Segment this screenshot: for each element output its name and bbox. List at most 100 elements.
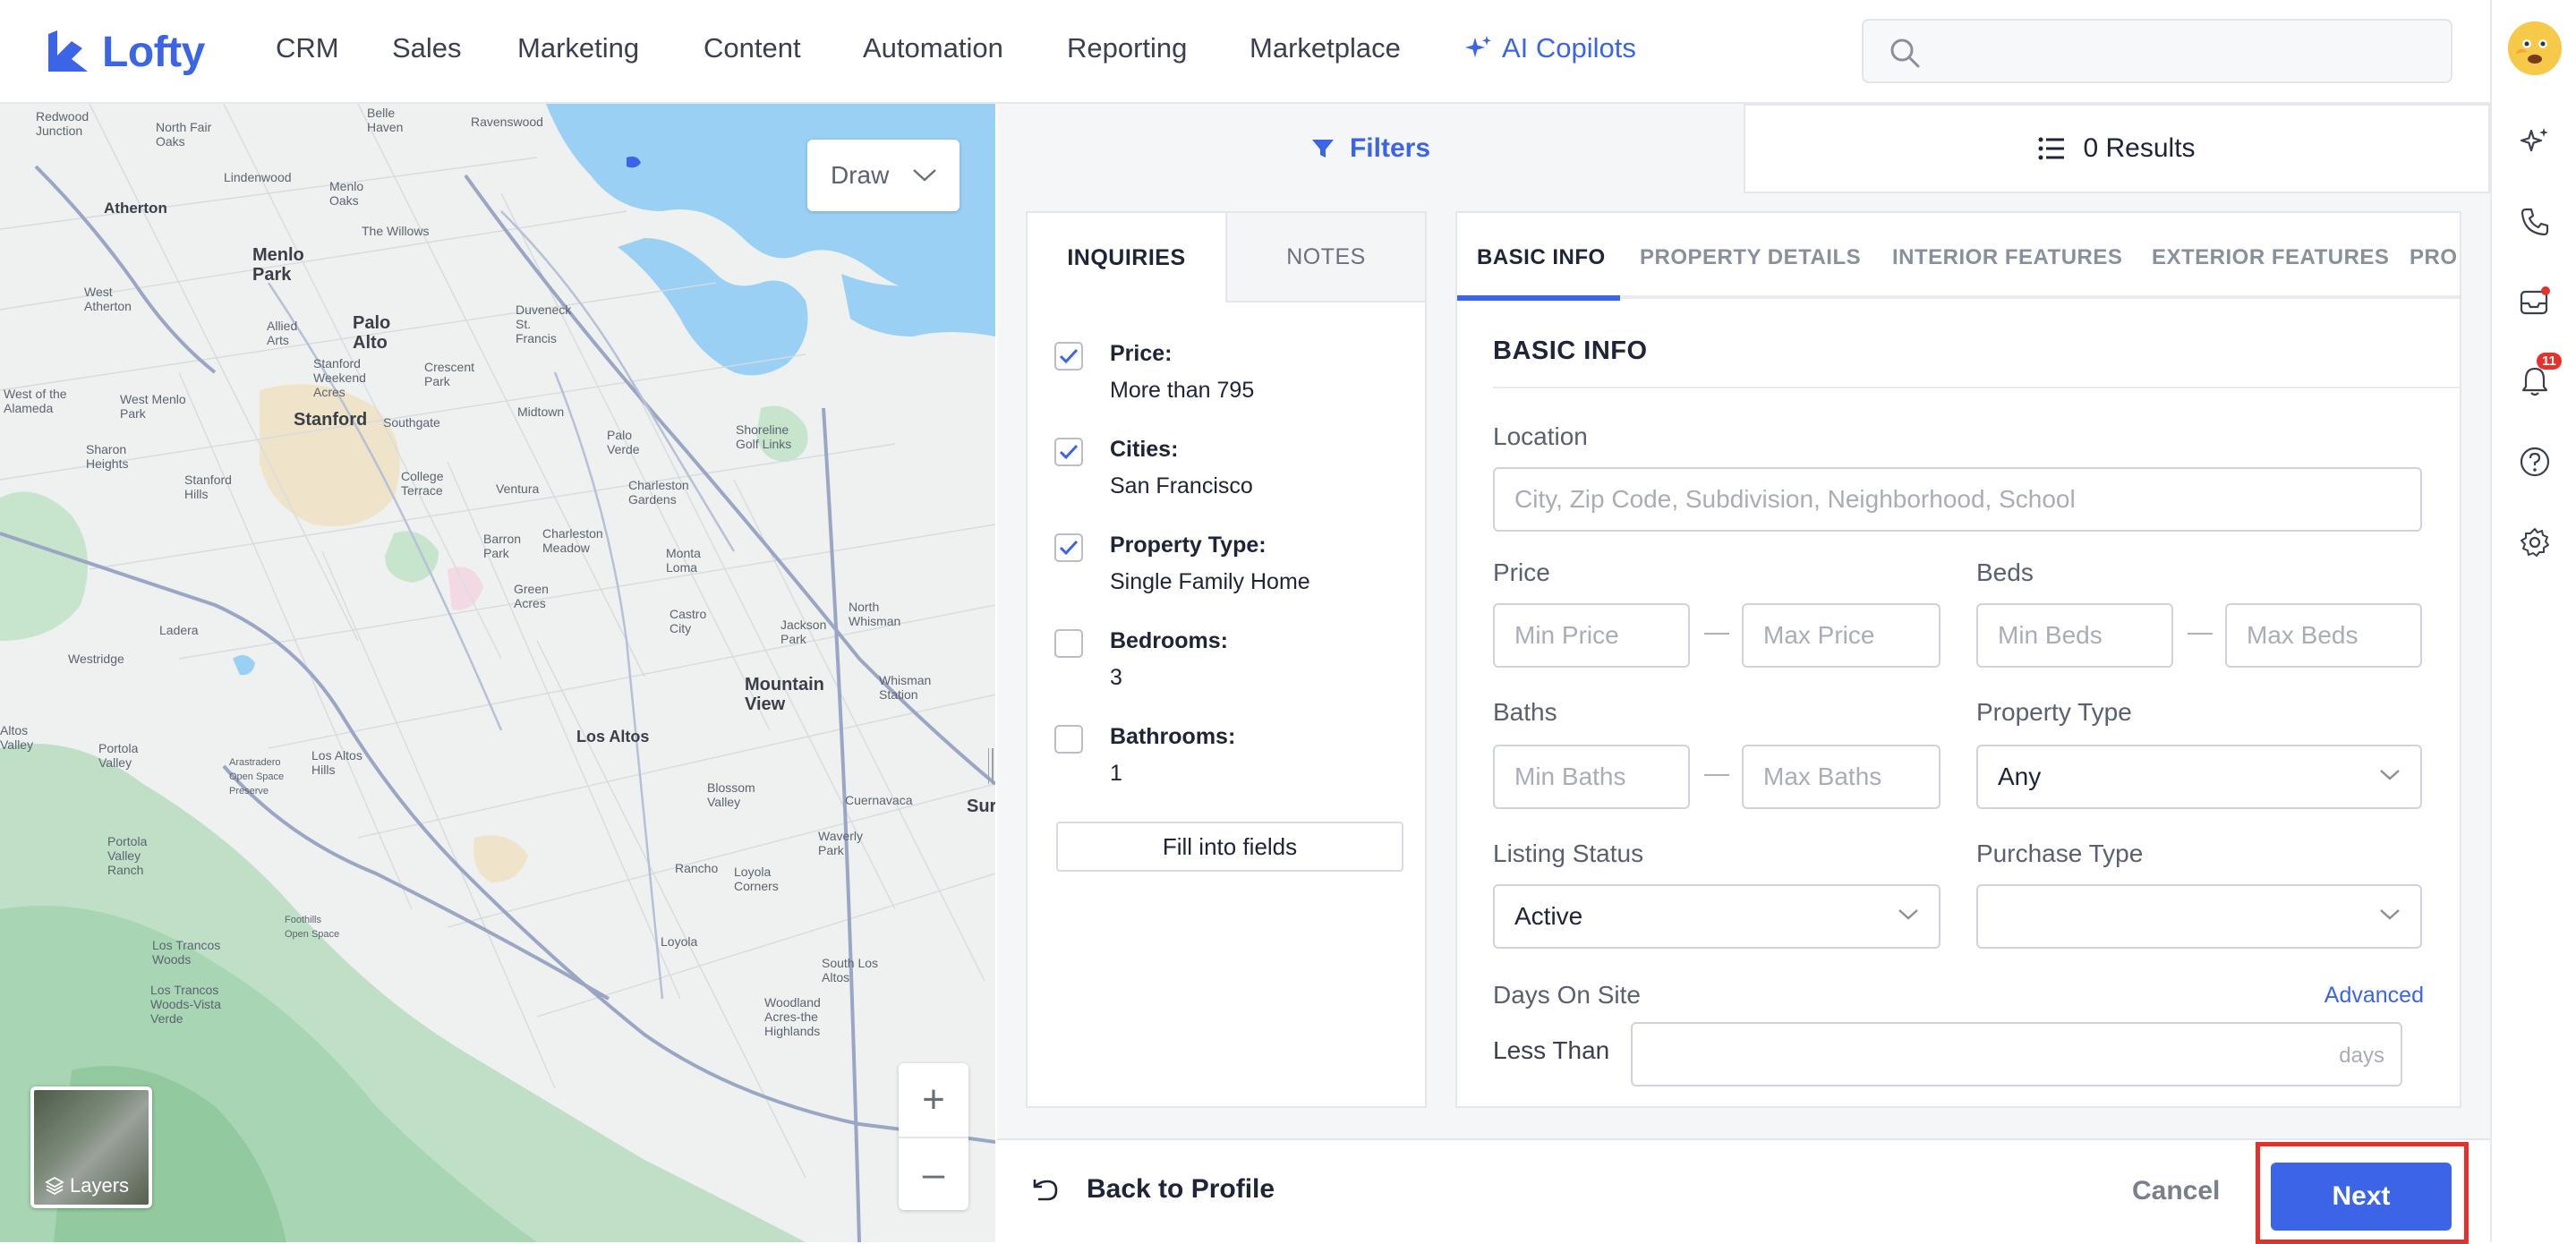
property-type-select[interactable]: Any (1976, 745, 2422, 809)
back-to-profile-button[interactable]: Back to Profile (1029, 1174, 1275, 1205)
zoom-out-button[interactable]: – (899, 1137, 968, 1210)
days-on-site-input[interactable]: days (1631, 1022, 2402, 1086)
chevron-down-icon (913, 169, 937, 182)
tab-interior-features[interactable]: INTERIOR FEATURES (1892, 245, 2122, 270)
nav-content[interactable]: Content (704, 32, 801, 64)
property-type-label: Property Type (1976, 698, 2132, 726)
map-label-west-menlo-park: West Menlo Park (120, 392, 186, 421)
less-than-label: Less Than (1493, 1036, 1610, 1064)
global-search-input[interactable] (1862, 19, 2452, 83)
nav-sales[interactable]: Sales (392, 32, 462, 64)
ai-sparkle-icon[interactable] (2515, 122, 2555, 161)
active-tab-indicator (1457, 295, 1620, 301)
inquiry-value: More than 795 (1110, 378, 1255, 403)
draw-dropdown[interactable]: Draw (807, 140, 960, 211)
map-label-palo-verde: Palo Verde (607, 428, 640, 456)
inquiry-property-type: Property Type: Single Family Home (1054, 530, 1310, 597)
inquiry-label: Property Type: (1110, 533, 1267, 558)
map-label-atherton: Atherton (104, 200, 167, 217)
inquiry-cities: Cities: San Francisco (1054, 434, 1253, 501)
max-price-input[interactable]: Max Price (1742, 603, 1941, 668)
inquiry-value: 3 (1110, 665, 1122, 690)
inquiry-label: Bathrooms: (1110, 724, 1236, 749)
back-label: Back to Profile (1087, 1174, 1275, 1204)
map-label-portola-valley-ranch: Portola Valley Ranch (107, 834, 148, 877)
cancel-button[interactable]: Cancel (2132, 1176, 2220, 1206)
settings-gear-icon[interactable] (2515, 523, 2555, 562)
map-label-menlo-park: Menlo Park (252, 245, 304, 285)
location-input[interactable]: City, Zip Code, Subdivision, Neighborhoo… (1493, 467, 2422, 532)
panel-footer: Back to Profile Cancel Next (997, 1138, 2490, 1244)
max-beds-input[interactable]: Max Beds (2225, 603, 2422, 668)
map-label-stanford-hills: Stanford Hills (184, 473, 232, 501)
nav-crm[interactable]: CRM (276, 32, 339, 64)
search-criteria-panel: Filters 0 Results INQUIRIES NOTES Price:… (997, 104, 2490, 1244)
fill-into-fields-button[interactable]: Fill into fields (1056, 822, 1403, 872)
tab-inquiries[interactable]: INQUIRIES (1028, 213, 1225, 302)
map-label-los-trancos-vista: Los Trancos Woods-Vista Verde (150, 983, 221, 1026)
map-view[interactable]: Redwood Junction Belle Haven Ravenswood No… (0, 104, 995, 1242)
min-baths-input[interactable]: Min Baths (1493, 745, 1690, 809)
nav-ai-label: AI Copilots (1502, 32, 1636, 64)
property-type-checkbox[interactable] (1054, 533, 1083, 562)
map-label-waverly-park: Waverly Park (818, 829, 864, 857)
draw-label: Draw (831, 161, 890, 189)
layers-toggle[interactable]: Layers (30, 1086, 152, 1208)
inquiry-bathrooms: Bathrooms: 1 (1054, 721, 1235, 788)
inbox-icon[interactable] (2515, 281, 2555, 320)
next-button-highlight: Next (2256, 1142, 2469, 1244)
price-checkbox[interactable] (1054, 342, 1083, 371)
advanced-link[interactable]: Advanced (2324, 983, 2424, 1009)
results-count: 0 Results (2083, 133, 2196, 163)
phone-icon[interactable] (2515, 202, 2555, 242)
tab-filters[interactable]: Filters (997, 104, 1744, 193)
nav-marketplace[interactable]: Marketplace (1250, 32, 1401, 64)
tab-property-details[interactable]: PROPERTY DETAILS (1640, 245, 1861, 270)
help-icon[interactable] (2515, 442, 2555, 481)
next-button[interactable]: Next (2271, 1163, 2452, 1231)
map-label-menlo-oaks: Menlo Oaks (329, 179, 364, 208)
range-separator: — (1704, 759, 1729, 787)
sparkle-icon (1465, 36, 1491, 57)
checkmark-icon (1059, 348, 1079, 364)
bathrooms-checkbox[interactable] (1054, 725, 1083, 754)
inquiry-label: Bedrooms: (1110, 628, 1228, 653)
nav-automation[interactable]: Automation (863, 32, 1003, 64)
emoji-avatar-icon (2508, 21, 2562, 75)
cities-checkbox[interactable] (1054, 438, 1083, 466)
inquiry-value: 1 (1110, 761, 1122, 786)
user-avatar[interactable] (2508, 21, 2562, 75)
map-label-north-whisman: North Whisman (849, 600, 901, 628)
map-label-stanford: Stanford (294, 410, 368, 430)
purchase-type-select[interactable] (1976, 884, 2422, 949)
tab-notes[interactable]: NOTES (1225, 213, 1425, 302)
max-baths-input[interactable]: Max Baths (1742, 745, 1941, 809)
nav-marketing[interactable]: Marketing (517, 32, 639, 64)
map-label-los-altos: Los Altos (576, 728, 650, 746)
tab-basic-info[interactable]: BASIC INFO (1477, 245, 1606, 270)
beds-label: Beds (1976, 558, 2034, 586)
basic-info-form: BASIC INFO PROPERTY DETAILS INTERIOR FEA… (1455, 211, 2461, 1108)
tab-results[interactable]: 0 Results (1744, 104, 2490, 193)
min-price-input[interactable]: Min Price (1493, 603, 1690, 668)
brand-name: Lofty (102, 28, 205, 76)
inquiry-bedrooms: Bedrooms: 3 (1054, 626, 1228, 693)
nav-reporting[interactable]: Reporting (1067, 32, 1187, 64)
nav-ai-copilots[interactable]: AI Copilots (1464, 32, 1636, 64)
min-beds-input[interactable]: Min Beds (1976, 603, 2173, 668)
section-divider (1493, 387, 2460, 388)
map-label-belle-haven: Belle Haven (367, 106, 404, 134)
purchase-type-label: Purchase Type (1976, 839, 2144, 867)
tab-exterior-features[interactable]: EXTERIOR FEATURES (2152, 245, 2389, 270)
listing-status-select[interactable]: Active (1493, 884, 1941, 949)
zoom-in-button[interactable]: + (899, 1063, 968, 1137)
inquiry-label: Price: (1110, 341, 1173, 366)
bedrooms-checkbox[interactable] (1054, 629, 1083, 658)
map-label-monta-loma: Monta Loma (666, 546, 701, 575)
tab-more-truncated[interactable]: PRO (2410, 245, 2458, 270)
panel-resize-handle[interactable] (988, 748, 995, 784)
lofty-logo[interactable]: Lofty (45, 25, 205, 79)
map-label-cuernavaca: Cuernavaca (845, 793, 913, 807)
map-label-woodland-acres: Woodland Acres-the Highlands (764, 995, 821, 1038)
undo-arrow-icon (1033, 1180, 1058, 1201)
